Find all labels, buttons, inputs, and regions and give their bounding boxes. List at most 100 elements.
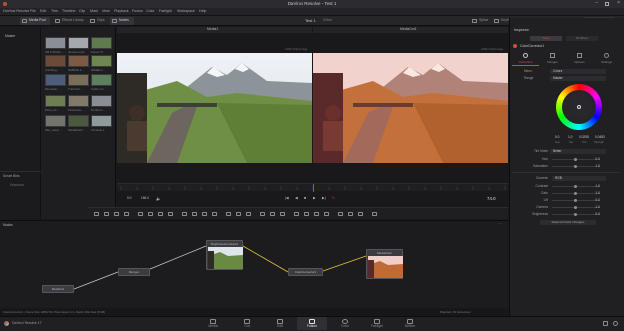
row-contrast-value[interactable]: 1.0	[595, 184, 600, 188]
page-fairlight[interactable]: Fairlight	[362, 317, 392, 330]
menu-item-fusion[interactable]: Fusion	[132, 9, 143, 14]
tool-brush-icon[interactable]	[124, 212, 129, 216]
tool-3d-text-icon[interactable]	[358, 212, 363, 216]
current-frame[interactable]: 74.0	[487, 196, 496, 201]
tool-glow-icon[interactable]	[202, 212, 207, 216]
row-contrast[interactable]: Contrast 1.0	[518, 184, 618, 189]
row-hue-value[interactable]: 0.0	[595, 157, 600, 161]
play-button[interactable]: ▶	[313, 196, 316, 201]
timecode-start[interactable]: 0.0	[127, 196, 131, 200]
menu-item-file[interactable]: File	[30, 9, 36, 14]
tint-mode-select[interactable]: Better	[550, 149, 606, 154]
timecode-end[interactable]: 156.0	[141, 196, 149, 200]
clip-thumb-3[interactable]	[91, 37, 112, 49]
tab-settings[interactable]: Settings	[593, 52, 620, 66]
page-edit[interactable]: Edit	[265, 317, 295, 330]
time-ruler[interactable]	[117, 183, 508, 192]
page-cut[interactable]: Cut	[232, 317, 262, 330]
row-gain-value[interactable]: 1.0	[595, 191, 600, 195]
tool-polygon-icon[interactable]	[138, 212, 143, 216]
row-saturation[interactable]: Saturation 1.0	[518, 164, 618, 169]
row-lift-value[interactable]: 0.0	[595, 198, 600, 202]
row-lift[interactable]: Lift 0.0	[518, 198, 618, 203]
menu-item-trim[interactable]: Trim	[51, 9, 58, 14]
row-lift-handle[interactable]	[574, 199, 577, 202]
wheel-value-tint[interactable]: 0.0255	[579, 135, 589, 139]
tool-ellipse-icon[interactable]	[158, 212, 163, 216]
menu-item-playback[interactable]: Playback	[114, 9, 129, 14]
stop-button[interactable]: ■	[304, 196, 306, 201]
row-gamma[interactable]: Gamma 1.0	[518, 205, 618, 210]
playhead[interactable]	[313, 184, 314, 192]
menu-item-color[interactable]: Color	[146, 9, 155, 14]
menu-item-help[interactable]: Help	[199, 9, 206, 14]
close-icon[interactable]: ×	[617, 1, 620, 6]
left-viewer-image[interactable]	[117, 53, 312, 163]
node-mediaout[interactable]: MediaOut1	[366, 249, 403, 279]
channel-select[interactable]: RGB	[552, 175, 606, 181]
tool-image-plane-icon[interactable]	[324, 212, 329, 216]
go-to-start-button[interactable]: |◀	[285, 196, 289, 201]
menu-item-resolve[interactable]: DaVinci Resolve	[3, 9, 29, 14]
row-hue[interactable]: Hue 0.0	[518, 157, 618, 162]
smart-bin-keywords[interactable]: Keywords	[10, 183, 24, 187]
play-reverse-button[interactable]: ◀	[295, 196, 298, 201]
tool-merge-icon[interactable]	[182, 212, 187, 216]
wheel-value-hue[interactable]: 0.0	[555, 135, 559, 139]
menu-item-workspace[interactable]: Workspace	[177, 9, 195, 14]
row-hue-handle[interactable]	[574, 158, 577, 161]
tool-background-icon[interactable]	[94, 212, 99, 216]
nodes-tab[interactable]: Nodes	[110, 17, 134, 25]
spline-tab[interactable]: Spline	[470, 17, 490, 25]
maximize-icon[interactable]	[605, 2, 609, 6]
clip-thumb-6[interactable]	[91, 55, 112, 67]
menu-item-mark[interactable]: Mark	[90, 9, 98, 14]
clip-thumb-7[interactable]	[45, 74, 66, 86]
clip-thumb-12[interactable]	[91, 95, 112, 107]
loop-button[interactable]: ↻	[332, 196, 335, 201]
tool-crop-icon[interactable]	[236, 212, 241, 216]
menu-item-edit[interactable]: Edit	[40, 9, 46, 14]
clip-thumb-13[interactable]	[45, 115, 66, 127]
clip-thumb-5[interactable]	[68, 55, 89, 67]
clips-tab[interactable]: Clips	[88, 17, 108, 25]
tool-camera-icon[interactable]	[314, 212, 319, 216]
node-colorcorrector[interactable]: ColorCorrector1	[288, 268, 323, 276]
row-brightness[interactable]: Brightness 0.0	[518, 212, 618, 217]
row-saturation-value[interactable]: 1.0	[595, 164, 600, 168]
clip-thumb-1[interactable]	[45, 37, 66, 49]
node-brightness[interactable]: BrightnessContrast1	[206, 240, 243, 270]
clip-thumb-4[interactable]	[45, 55, 66, 67]
settings-gear-icon[interactable]	[613, 321, 618, 326]
right-viewer-image[interactable]	[313, 53, 508, 163]
menu-item-fairlight[interactable]: Fairlight	[159, 9, 172, 14]
tab-correction[interactable]: Correction	[512, 52, 539, 66]
tool-color-icon[interactable]	[212, 212, 217, 216]
tool-3d-merge-icon[interactable]	[338, 212, 343, 216]
tools-tab[interactable]: Tools	[530, 36, 562, 41]
tool-tracker-icon[interactable]	[372, 212, 377, 216]
clip-thumb-10[interactable]	[45, 95, 66, 107]
tool-blur-icon[interactable]	[192, 212, 197, 216]
page-media[interactable]: Media	[198, 317, 228, 330]
clip-thumb-11[interactable]	[68, 95, 89, 107]
color-wheel[interactable]	[556, 84, 602, 130]
tool-rectangle-icon[interactable]	[168, 212, 173, 216]
page-fusion[interactable]: Fusion	[297, 317, 327, 330]
tool-shape-icon[interactable]	[294, 212, 299, 216]
go-to-end-button[interactable]: ▶|	[322, 196, 326, 201]
row-brightness-handle[interactable]	[574, 213, 577, 216]
smart-bins-header[interactable]: Smart Bins	[3, 174, 20, 178]
page-color[interactable]: Color	[330, 317, 360, 330]
tool-paint-icon[interactable]	[104, 212, 109, 216]
modifiers-tab[interactable]: Modifiers	[566, 36, 598, 41]
color-wheel-handle[interactable]	[577, 105, 581, 109]
clip-thumb-9[interactable]	[91, 74, 112, 86]
row-gain-handle[interactable]	[574, 192, 577, 195]
row-gain[interactable]: Gain 1.0	[518, 191, 618, 196]
media-pool-tab[interactable]: Media Pool	[20, 17, 50, 25]
menu-item-clip[interactable]: Clip	[79, 9, 85, 14]
node-merge[interactable]: Merge1	[118, 268, 150, 276]
master-bin[interactable]: Master	[5, 34, 15, 38]
clip-thumb-14[interactable]	[68, 115, 89, 127]
